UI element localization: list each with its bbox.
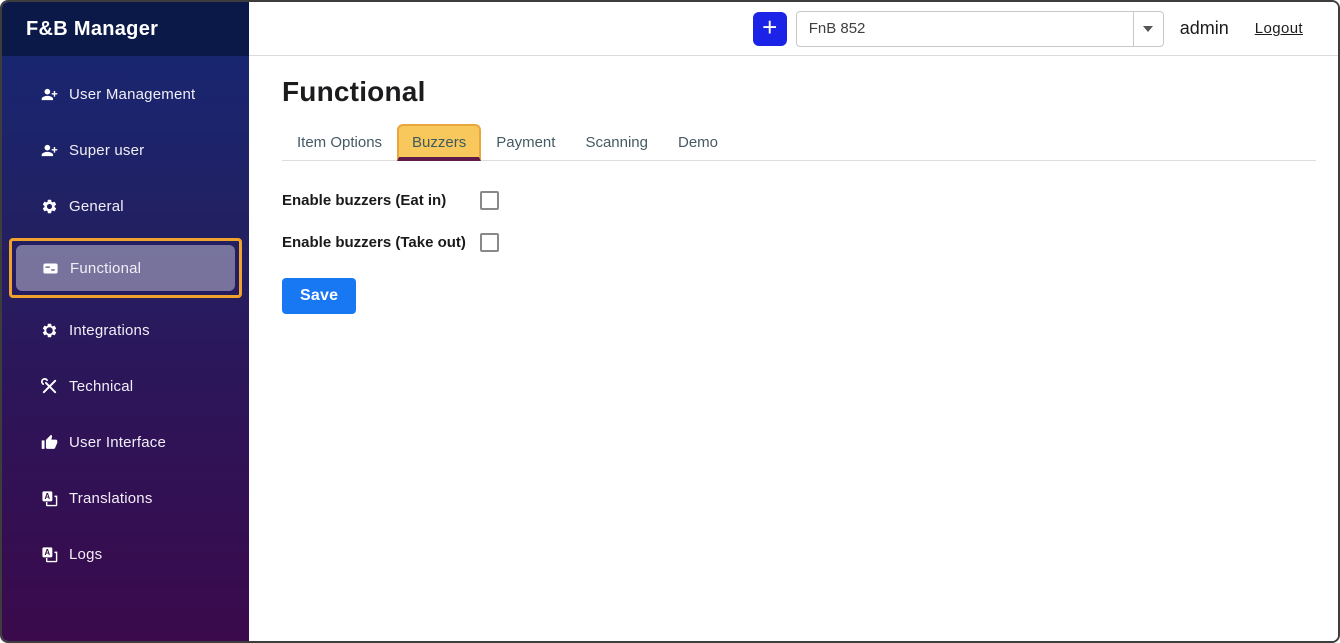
sidebar-item-label: Logs	[69, 546, 102, 563]
page-title: Functional	[282, 76, 1316, 108]
field-row: Enable buzzers (Take out)	[282, 221, 1316, 263]
sidebar-item-super-user[interactable]: Super user	[2, 122, 249, 178]
tab-demo[interactable]: Demo	[663, 124, 733, 160]
sidebar-item-label: User Interface	[69, 434, 166, 451]
app-window: F&B Manager User Management Super user G…	[0, 0, 1340, 643]
thumb-up-icon	[40, 433, 58, 451]
buzzers-form: Enable buzzers (Eat in) Enable buzzers (…	[282, 179, 1316, 314]
tab-bar: Item Options Buzzers Payment Scanning De…	[282, 124, 1316, 161]
svg-text:A: A	[44, 492, 50, 501]
select-arrow-button[interactable]	[1133, 12, 1163, 46]
enable-buzzers-take-out-checkbox[interactable]	[480, 233, 499, 252]
person-add-icon	[40, 85, 58, 103]
tab-item-options[interactable]: Item Options	[282, 124, 397, 160]
gear-icon	[40, 197, 58, 215]
venue-select[interactable]: FnB 852	[796, 11, 1164, 47]
sidebar-item-functional[interactable]: Functional	[16, 245, 235, 291]
sidebar-item-label: Functional	[70, 260, 141, 277]
tab-payment[interactable]: Payment	[481, 124, 570, 160]
sidebar-item-translations[interactable]: A Translations	[2, 470, 249, 526]
topbar: + FnB 852 admin Logout	[249, 2, 1338, 56]
main-column: + FnB 852 admin Logout Functional Item O…	[249, 2, 1338, 641]
app-title: F&B Manager	[2, 2, 249, 56]
sidebar-item-label: Translations	[69, 490, 153, 507]
gear-icon	[40, 321, 58, 339]
sidebar-item-label: General	[69, 198, 124, 215]
tab-scanning[interactable]: Scanning	[570, 124, 663, 160]
person-add-icon	[40, 141, 58, 159]
card-icon	[41, 259, 59, 277]
tab-buzzers[interactable]: Buzzers	[397, 124, 481, 161]
venue-select-value: FnB 852	[797, 12, 1133, 46]
field-label: Enable buzzers (Take out)	[282, 234, 480, 251]
chevron-down-icon	[1143, 26, 1153, 32]
tools-icon	[40, 377, 58, 395]
sidebar-item-user-interface[interactable]: User Interface	[2, 414, 249, 470]
sidebar-item-logs[interactable]: A Logs	[2, 526, 249, 582]
sidebar-item-label: User Management	[69, 86, 195, 103]
svg-text:A: A	[44, 548, 50, 557]
sidebar-item-general[interactable]: General	[2, 178, 249, 234]
logout-link[interactable]: Logout	[1255, 20, 1303, 37]
sidebar-item-label: Super user	[69, 142, 144, 159]
translate-icon: A	[40, 545, 58, 563]
active-item-highlight-box: Functional	[9, 238, 242, 298]
enable-buzzers-eat-in-checkbox[interactable]	[480, 191, 499, 210]
sidebar-item-integrations[interactable]: Integrations	[2, 302, 249, 358]
username-label: admin	[1180, 18, 1229, 39]
main-content: Functional Item Options Buzzers Payment …	[249, 56, 1338, 641]
sidebar-item-label: Technical	[69, 378, 133, 395]
sidebar-nav: User Management Super user General	[2, 56, 249, 641]
sidebar-item-technical[interactable]: Technical	[2, 358, 249, 414]
translate-icon: A	[40, 489, 58, 507]
sidebar-item-user-management[interactable]: User Management	[2, 66, 249, 122]
field-row: Enable buzzers (Eat in)	[282, 179, 1316, 221]
add-button[interactable]: +	[753, 12, 787, 46]
field-label: Enable buzzers (Eat in)	[282, 192, 480, 209]
save-button[interactable]: Save	[282, 278, 356, 314]
sidebar-item-label: Integrations	[69, 322, 150, 339]
sidebar: F&B Manager User Management Super user G…	[2, 2, 249, 641]
